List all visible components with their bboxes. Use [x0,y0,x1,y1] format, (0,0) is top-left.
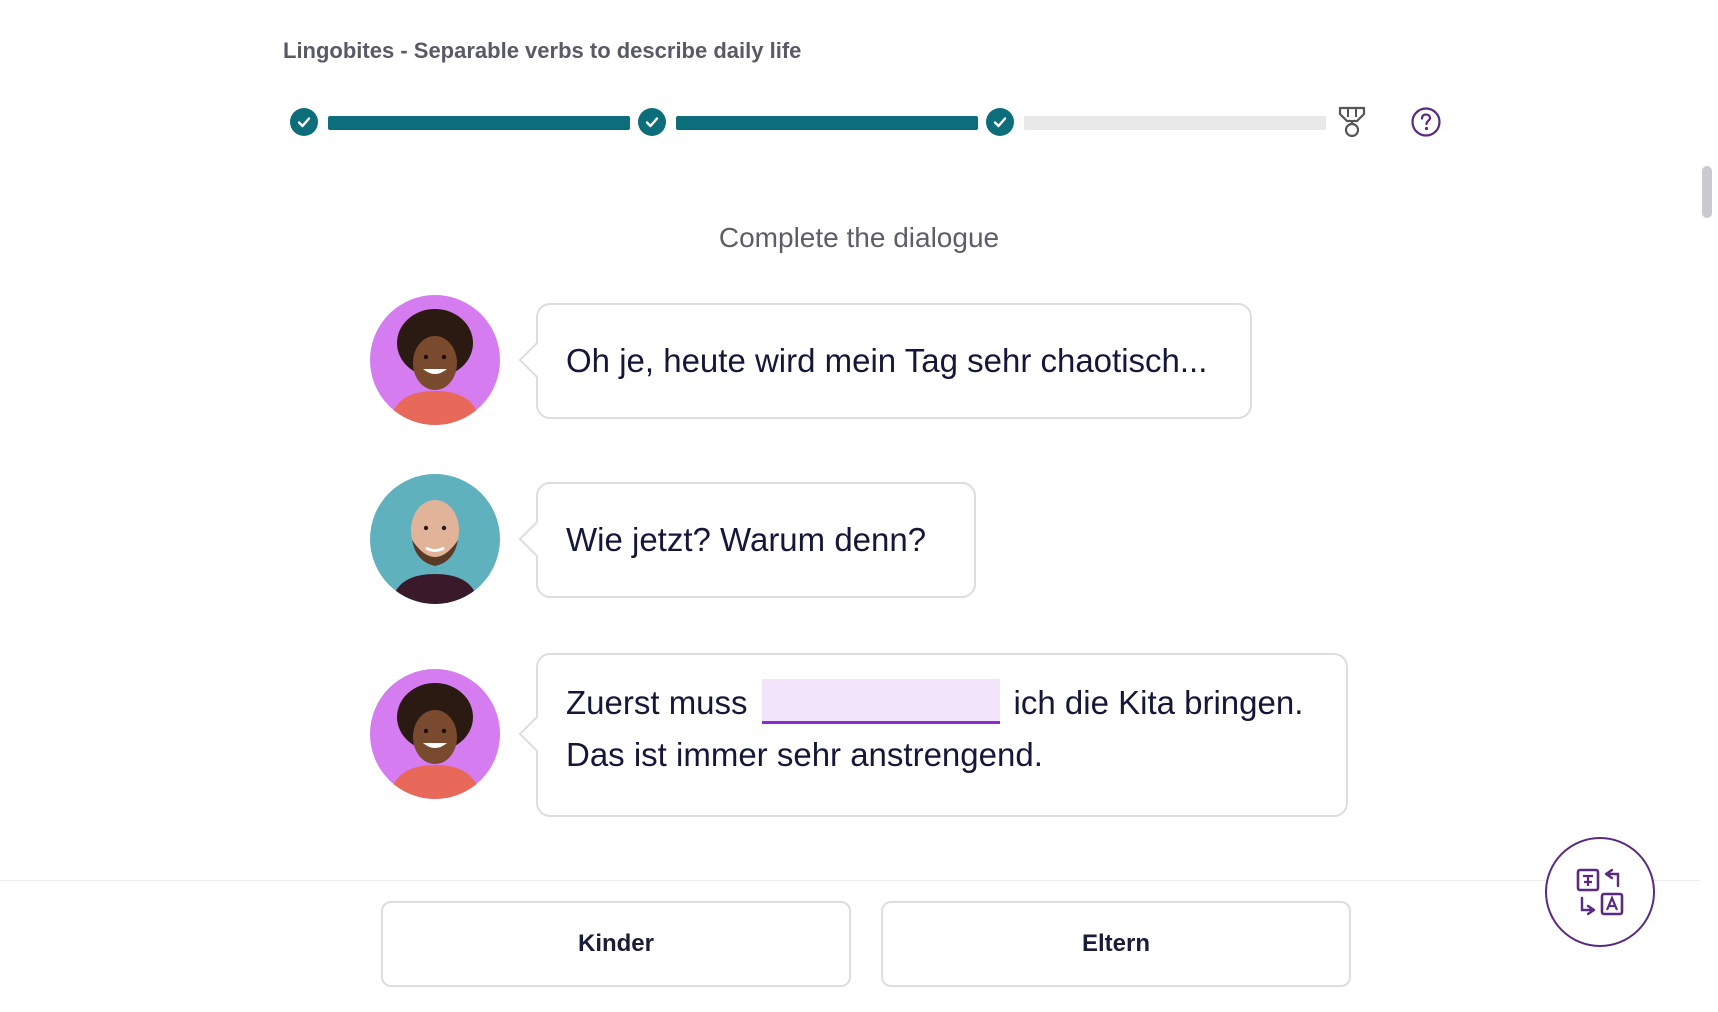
answer-option-eltern[interactable]: Eltern [881,901,1351,987]
answer-blank[interactable] [761,679,1000,724]
translate-icon [1576,868,1624,916]
message-line-2: Das ist immer sehr anstrengend. [566,736,1043,773]
answer-option-kinder[interactable]: Kinder [381,901,851,987]
message-text-after-blank: ich die Kita bringen. [1013,684,1304,722]
step-complete-icon [638,108,666,136]
speech-bubble: Wie jetzt? Warum denn? [536,482,976,598]
avatar-woman [370,669,500,799]
speech-bubble: Zuerst muss ich die Kita bringen. Das ist… [536,653,1348,817]
scrollbar-thumb[interactable] [1702,166,1712,218]
footer-divider [0,880,1700,881]
progress-bar [290,104,1450,140]
message-line: Zuerst muss ich die Kita bringen. [566,679,1318,728]
message-text-before-blank: Zuerst muss [566,684,748,722]
translate-button[interactable] [1545,837,1655,947]
avatar-woman [370,295,500,425]
message-text: Wie jetzt? Warum denn? [566,521,927,558]
avatar-man [370,474,500,604]
speech-bubble: Oh je, heute wird mein Tag sehr chaotisc… [536,303,1252,419]
lesson-title: Lingobites - Separable verbs to describe… [283,38,802,63]
step-complete-icon [290,108,318,136]
trophy-icon [1335,104,1369,140]
progress-segment [328,116,630,130]
progress-segment [1024,116,1326,130]
exercise-instruction: Complete the dialogue [718,222,1000,253]
message-text: Oh je, heute wird mein Tag sehr chaotisc… [566,342,1208,379]
step-complete-icon [986,108,1014,136]
progress-segment [676,116,978,130]
help-icon[interactable] [1410,106,1442,138]
